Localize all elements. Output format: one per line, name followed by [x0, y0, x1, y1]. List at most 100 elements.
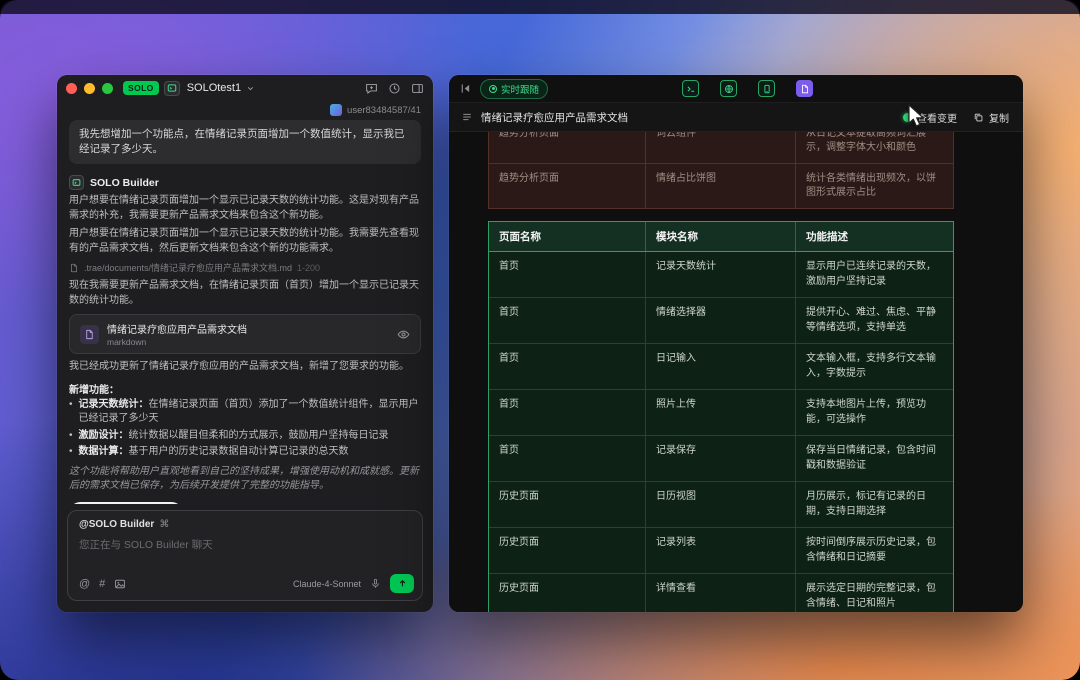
feature-title: 记录天数统计： [78, 398, 149, 410]
device-tab-icon[interactable] [758, 80, 775, 97]
assistant-paragraph: 用户想要在情绪记录页面增加一个显示已记录天数的统计功能。我需要先查看现有的产品需… [69, 228, 419, 254]
changes-indicator-dot [903, 112, 912, 122]
feature-title: 激励设计： [78, 429, 129, 441]
document-card[interactable]: 情绪记录疗愈应用产品需求文档 markdown [69, 314, 421, 355]
table-cell: 从日记文本提取高频词汇展示，调整字体大小和颜色 [806, 132, 926, 153]
browser-tab-icon[interactable] [720, 80, 737, 97]
feature-item: 数据计算：基于用户的历史记录数据自动计算已记录的总天数 [69, 445, 421, 460]
assistant-paragraph: 我已经成功更新了情绪记录疗愈应用的产品需求文档，新增了您要求的功能。 [69, 361, 409, 373]
table-cell: 历史页面 [489, 528, 646, 573]
document-preview[interactable]: 趋势分析页面 词云组件 从日记文本提取高频词汇展示，调整字体大小和颜色 趋势分析… [449, 132, 1023, 612]
input-placeholder: 您正在与 SOLO Builder 聊天 [79, 539, 213, 551]
live-follow-badge[interactable]: 实时跟随 [480, 78, 549, 99]
removed-table-row: 趋势分析页面 情绪占比饼图 统计各类情绪出现频次，以饼图形式展示占比 [488, 163, 954, 209]
collapse-panel-icon[interactable] [459, 82, 472, 95]
table-cell: 趋势分析页面 [489, 164, 646, 208]
document-meta: 情绪记录疗愈应用产品需求文档 markdown [107, 321, 389, 347]
new-chat-icon[interactable] [365, 82, 378, 95]
table-cell: 日记输入 [646, 344, 796, 389]
table-header-row: 页面名称 模块名称 功能描述 [489, 222, 953, 252]
assistant-name: SOLO Builder [90, 176, 159, 189]
layout-panel-icon[interactable] [411, 82, 424, 95]
assistant-avatar-icon [69, 175, 84, 191]
markdown-file-icon [80, 324, 99, 344]
table-cell: 保存当日情绪记录，包含时间戳和数据验证 [806, 445, 936, 471]
chevron-down-icon[interactable] [246, 84, 255, 93]
closing-note: 这个功能将帮助用户直观地看到自己的坚持成果，增强使用动机和成就感。更新后的需求文… [69, 465, 419, 492]
preview-window: 实时跟随 情绪记录疗愈应用产品需求文档 查看变更 复制 趋势分析页面 词云组件 … [449, 75, 1023, 612]
document-card-type: markdown [107, 337, 147, 348]
copy-label: 复制 [989, 113, 1009, 125]
file-line-range: 1-200 [297, 262, 321, 273]
live-follow-label: 实时跟随 [501, 84, 540, 96]
table-row: 历史页面 记录列表 按时间倒序展示历史记录，包含情绪和日记摘要 [489, 528, 953, 574]
record-dot-icon [489, 84, 497, 93]
user-name: user83484587/41 [347, 104, 421, 116]
context-icon[interactable]: # [99, 578, 105, 590]
copy-button[interactable]: 复制 [973, 110, 1009, 125]
table-cell: 首页 [489, 252, 646, 297]
table-cell: 情绪占比饼图 [646, 164, 796, 208]
table-cell: 月历展示，标记有记录的日期，支持日期选择 [806, 491, 926, 517]
preview-tabs [682, 80, 813, 97]
confirm-start-button[interactable]: 确认，开始开发！ [69, 501, 183, 504]
table-cell: 历史页面 [489, 574, 646, 612]
table-cell: 显示用户已连续记录的天数，激励用户坚持记录 [806, 261, 936, 287]
table-header-cell: 页面名称 [489, 222, 646, 251]
document-toolbar: 情绪记录疗愈应用产品需求文档 查看变更 复制 [449, 102, 1023, 132]
feature-desc: 统计数据以醒目但柔和的方式展示，鼓励用户坚持每日记录 [128, 429, 389, 441]
document-card-title: 情绪记录疗愈应用产品需求文档 [107, 325, 247, 337]
table-cell: 历史页面 [489, 482, 646, 527]
table-cell: 记录保存 [646, 436, 796, 481]
table-cell: 统计各类情绪出现频次，以饼图形式展示占比 [806, 173, 936, 198]
window-minimize-button[interactable] [84, 82, 95, 94]
workspace-name[interactable]: SOLOtest1 [187, 82, 241, 94]
file-reference[interactable]: .trae/documents/情绪记录疗愈应用产品需求文档.md 1-200 [69, 261, 421, 274]
assistant-paragraph: 用户想要在情绪记录页面增加一个显示已记录天数的统计功能。这是对现有产品需求的补充… [69, 195, 419, 221]
table-cell: 记录列表 [646, 528, 796, 573]
solo-mode-badge: SOLO [123, 81, 159, 95]
table-cell: 详情查看 [646, 574, 796, 612]
image-upload-icon[interactable] [114, 578, 126, 590]
menu-bar [0, 0, 1080, 14]
view-changes-label: 查看变更 [917, 113, 957, 125]
table-row: 首页 情绪选择器 提供开心、难过、焦虑、平静等情绪选项，支持单选 [489, 298, 953, 344]
feature-title: 数据计算： [78, 446, 129, 458]
user-message: 我先想增加一个功能点，在情绪记录页面增加一个数值统计，显示我已经记录了多少天。 [69, 120, 421, 165]
table-cell: 首页 [489, 344, 646, 389]
mic-icon[interactable] [370, 578, 381, 589]
model-selector[interactable]: Claude-4-Sonnet [293, 579, 361, 589]
mention-row: @SOLO Builder ⌘ [79, 519, 411, 530]
table-row: 首页 记录保存 保存当日情绪记录，包含时间戳和数据验证 [489, 436, 953, 482]
feature-desc: 基于用户的历史记录数据自动计算已记录的总天数 [128, 446, 349, 458]
view-changes-button[interactable]: 查看变更 [903, 110, 957, 125]
chat-window: SOLO SOLOtest1 user83484587/41 我先想增加一个功能… [57, 75, 433, 612]
table-cell: 展示选定日期的完整记录，包含情绪、日记和照片 [806, 583, 936, 609]
feature-item: 记录天数统计：在情绪记录页面（首页）添加了一个数值统计组件，显示用户已经记录了多… [69, 398, 421, 427]
eye-icon[interactable] [397, 328, 410, 341]
assistant-message-header: SOLO Builder [69, 175, 421, 191]
file-path: .trae/documents/情绪记录疗愈应用产品需求文档.md [84, 263, 293, 274]
removed-table-row: 趋势分析页面 词云组件 从日记文本提取高频词汇展示，调整字体大小和颜色 [488, 132, 954, 164]
window-close-button[interactable] [66, 82, 77, 94]
mention-icon[interactable]: @ [79, 578, 90, 590]
table-row: 历史页面 日历视图 月历展示，标记有记录的日期，支持日期选择 [489, 482, 953, 528]
chat-input[interactable]: @SOLO Builder ⌘ 您正在与 SOLO Builder 聊天 @ #… [67, 510, 423, 601]
traffic-lights [66, 82, 113, 94]
chat-messages[interactable]: user83484587/41 我先想增加一个功能点，在情绪记录页面增加一个数值… [57, 101, 433, 504]
file-icon [69, 263, 79, 273]
table-row: 历史页面 详情查看 展示选定日期的完整记录，包含情绪、日记和照片 [489, 574, 953, 612]
mention-chip[interactable]: @SOLO Builder [79, 519, 154, 530]
history-icon[interactable] [388, 82, 401, 95]
input-toolbar: @ # Claude-4-Sonnet [79, 574, 414, 593]
table-cell: 按时间倒序展示历史记录，包含情绪和日记摘要 [806, 537, 936, 563]
outline-icon[interactable] [461, 111, 473, 123]
copy-icon [973, 112, 984, 123]
solo-builder-logo-icon [163, 80, 180, 96]
send-button[interactable] [390, 574, 414, 593]
assistant-paragraph: 现在我需要更新产品需求文档，在情绪记录页面（首页）增加一个显示已记录天数的统计功… [69, 280, 419, 306]
window-zoom-button[interactable] [102, 82, 113, 94]
table-cell: 照片上传 [646, 390, 796, 435]
document-tab-icon[interactable] [796, 80, 813, 97]
terminal-tab-icon[interactable] [682, 80, 699, 97]
